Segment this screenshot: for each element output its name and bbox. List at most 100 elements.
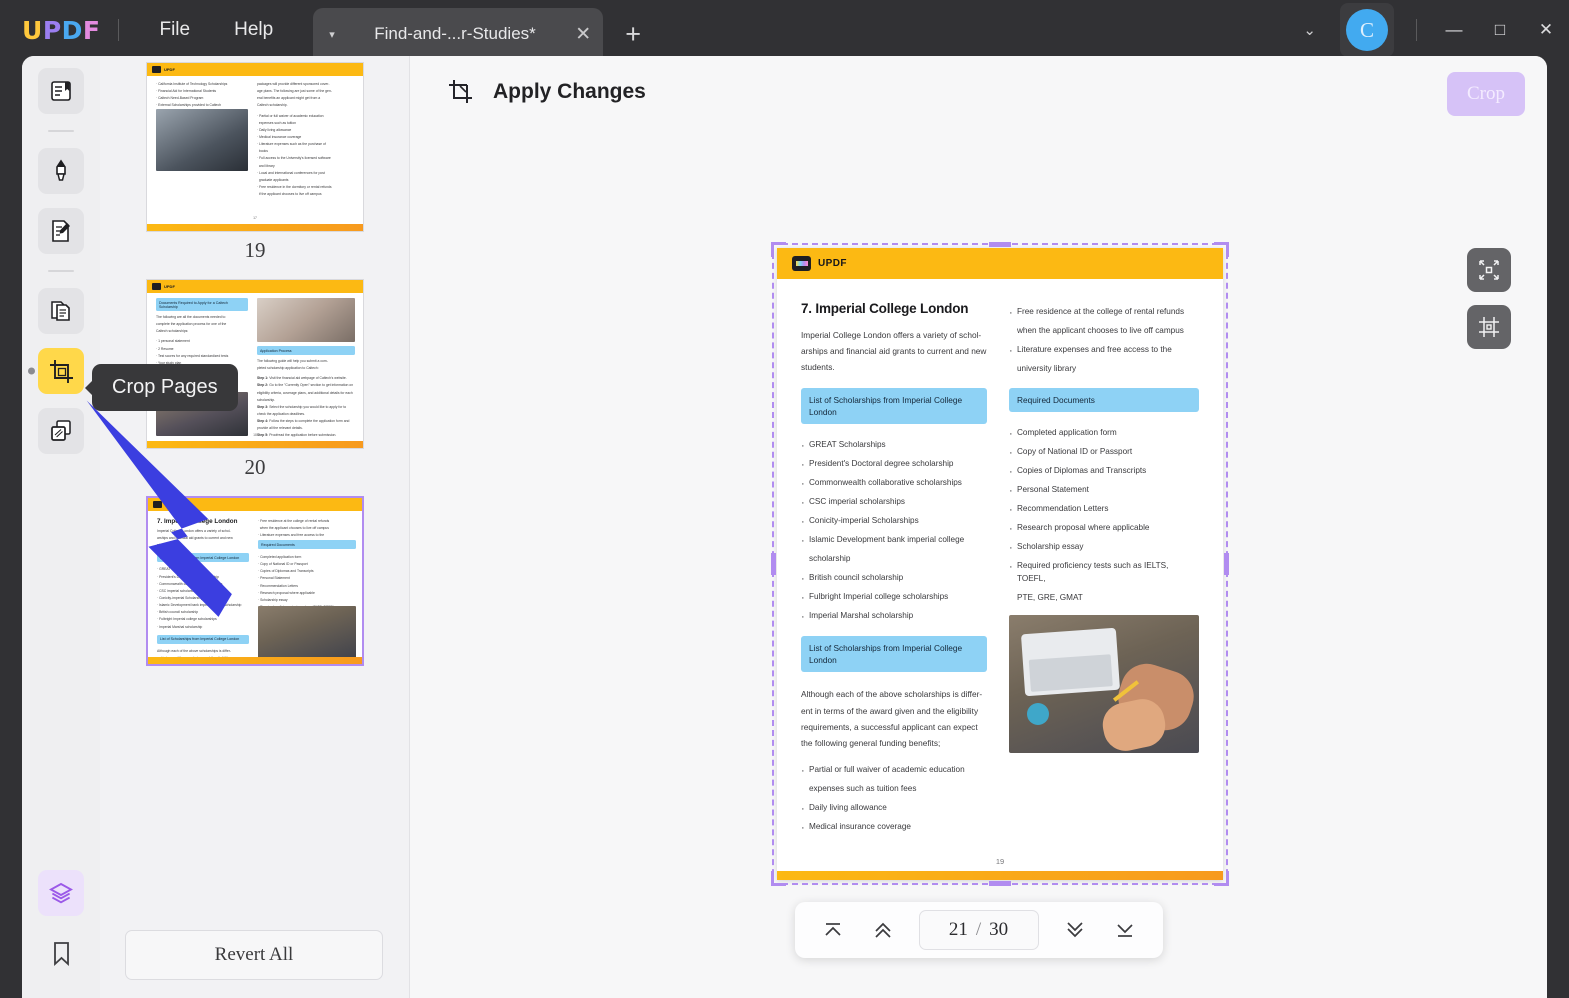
tab-close-icon[interactable]: ✕	[575, 23, 591, 46]
list-item: CSC imperial scholarships	[801, 494, 987, 512]
apply-changes-button[interactable]: Apply Changes	[446, 77, 646, 107]
sidebar-item-organize-pages[interactable]	[38, 288, 84, 334]
page-footer-bar	[777, 871, 1223, 880]
crop-handle-left[interactable]	[771, 553, 776, 575]
tool-rail	[22, 56, 100, 998]
sidebar-item-crop-pages[interactable]	[28, 348, 84, 394]
photo-cup	[1027, 702, 1049, 725]
list-item-continuation: scholarship	[809, 553, 851, 563]
avatar: C	[1346, 9, 1388, 51]
thumb-brand-icon	[153, 501, 162, 508]
list-item: President's Doctoral degree scholarship	[801, 456, 987, 474]
crop-pages-tooltip: Crop Pages	[92, 364, 238, 411]
menu-help[interactable]: Help	[212, 13, 295, 47]
list-item: British council scholarship	[801, 570, 987, 588]
sidebar-item-reader[interactable]	[38, 68, 84, 114]
page-band-scholarships-1: List of Scholarships from Imperial Colle…	[801, 387, 987, 424]
account-button[interactable]: C	[1340, 3, 1394, 57]
list-item: Conicity-imperial Scholarships	[801, 513, 987, 531]
list-item: Required proficiency tests such as IELTS…	[1009, 558, 1199, 586]
page-number-input[interactable]: 21 / 30	[918, 910, 1039, 950]
sidebar-item-comment[interactable]	[38, 148, 84, 194]
thumb-footer-bar	[147, 224, 363, 231]
page-closing-paragraph: Although each of the above scholarships …	[801, 689, 983, 748]
crop-button[interactable]: Crop	[1447, 72, 1525, 116]
logo-letter-u: U	[22, 15, 43, 45]
maximize-button[interactable]: □	[1477, 0, 1523, 60]
page-photo	[1009, 614, 1199, 753]
sidebar-item-edit-pdf[interactable]	[38, 208, 84, 254]
first-page-button[interactable]	[811, 910, 855, 950]
last-page-button[interactable]	[1103, 910, 1147, 950]
list-item: Islamic Development bank imperial colleg…	[801, 532, 987, 550]
sidebar-item-bookmark[interactable]	[38, 930, 84, 976]
thumbnail-item[interactable]: UPDF 7. Imperial College London Imperial…	[100, 496, 409, 709]
minimize-button[interactable]: —	[1431, 0, 1477, 60]
updf-application-window: U P D F File Help ▾ Find-and-...r-Studie…	[0, 0, 1569, 998]
sidebar-item-ai-assistant[interactable]	[38, 870, 84, 916]
chevron-down-icon[interactable]: ⌄	[1287, 11, 1332, 49]
scholarship-list: GREAT Scholarships President's Doctoral …	[801, 437, 987, 626]
thumbnail-panel[interactable]: UPDF · California Institute of Technolog…	[100, 56, 410, 998]
logo-letter-p: P	[42, 15, 62, 45]
crop-handle-top[interactable]	[989, 242, 1011, 247]
thumb-heading: 7. Imperial College London	[157, 518, 238, 525]
thumb-photo	[156, 109, 248, 171]
total-pages-value: 30	[989, 919, 1009, 940]
list-item: Personal Statement	[1009, 482, 1199, 500]
page-number-label: 19	[995, 857, 1005, 866]
list-item: Commonwealth collaborative scholarships	[801, 475, 987, 493]
page-separator: /	[975, 919, 982, 940]
set-crop-margins-button[interactable]	[1467, 305, 1511, 349]
document-viewer: Apply Changes Crop UPDF 7. Imperial Coll…	[410, 56, 1547, 998]
page-left-column: 7. Imperial College London Imperial Coll…	[801, 301, 987, 868]
list-item: Partial or full waiver of academic educa…	[801, 762, 987, 780]
menu-file[interactable]: File	[137, 13, 212, 47]
thumb-left-column: · California Institute of Technology Sch…	[156, 82, 228, 108]
last-page-icon	[1116, 924, 1133, 937]
page-navigation-bar[interactable]: 21 / 30	[794, 902, 1163, 958]
page-canvas[interactable]: UPDF 7. Imperial College London Imperial…	[771, 242, 1229, 886]
new-tab-button[interactable]: +	[625, 19, 641, 50]
revert-all-button[interactable]: Revert All	[125, 930, 383, 980]
pdf-page: UPDF 7. Imperial College London Imperial…	[777, 248, 1223, 880]
list-item: Recommendation Letters	[1009, 501, 1199, 519]
close-window-button[interactable]: ✕	[1523, 0, 1569, 60]
next-page-button[interactable]	[1053, 910, 1097, 950]
crop-handle-right[interactable]	[1224, 553, 1229, 575]
crop-handle-bottom[interactable]	[989, 881, 1011, 886]
crop-margins-icon	[1479, 317, 1499, 337]
thumb-band: Application Process	[257, 346, 355, 355]
previous-page-button[interactable]	[861, 910, 905, 950]
thumb-band: List of Scholarships from Imperial Colle…	[157, 553, 249, 563]
thumb-right-column: packages will provide different sponsore…	[257, 82, 332, 197]
updf-logo: U P D F	[22, 16, 100, 45]
chevron-up-double-icon	[874, 922, 891, 938]
page-body: 7. Imperial College London Imperial Coll…	[777, 279, 1223, 868]
page-thumbnail-21[interactable]: UPDF 7. Imperial College London Imperial…	[146, 496, 364, 666]
list-item: Scholarship essay	[1009, 539, 1199, 557]
page-right-column: Free residence at the college of rental …	[1009, 301, 1199, 868]
logo-letter-d: D	[61, 15, 83, 45]
thumb-band: List of Scholarships from Imperial Colle…	[157, 634, 249, 644]
organize-pages-icon	[51, 301, 70, 321]
list-item-continuation: when the applicant chooses to live off c…	[1017, 326, 1184, 336]
page-thumbnail-19[interactable]: UPDF · California Institute of Technolog…	[146, 62, 364, 232]
window-controls-divider	[1416, 19, 1417, 41]
list-item: Research proposal where applicable	[1009, 520, 1199, 538]
list-item: Literature expenses and free access to t…	[1009, 342, 1199, 360]
list-item: Free residence at the college of rental …	[1009, 304, 1199, 322]
thumbnail-item[interactable]: UPDF · California Institute of Technolog…	[100, 62, 409, 275]
tab-dropdown-icon[interactable]: ▾	[329, 28, 335, 41]
apply-changes-label: Apply Changes	[493, 80, 646, 103]
thumbnail-number: 19	[244, 238, 266, 262]
thumbnail-scroll-area[interactable]: UPDF · California Institute of Technolog…	[100, 56, 409, 916]
sidebar-item-page-tools[interactable]	[38, 408, 84, 454]
apply-to-all-pages-button[interactable]	[1467, 248, 1511, 292]
current-page-value: 21	[948, 919, 968, 940]
document-tab[interactable]: ▾ Find-and-...r-Studies* ✕	[313, 8, 604, 60]
thumb-band: Documents Required to Apply for a Caltec…	[156, 298, 248, 311]
chevron-down-double-icon	[1066, 922, 1083, 938]
workspace: UPDF · California Institute of Technolog…	[22, 56, 1547, 998]
rail-divider-2	[48, 270, 74, 272]
